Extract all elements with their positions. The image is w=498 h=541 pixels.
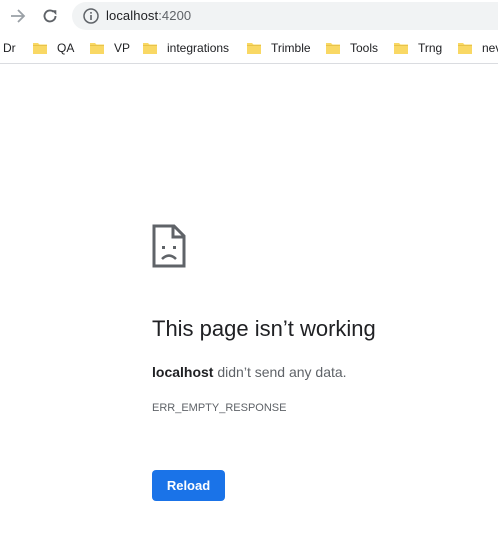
arrow-right-icon	[11, 9, 26, 23]
address-bar[interactable]: localhost:4200	[72, 2, 498, 30]
bookmark-label: VP	[114, 41, 131, 55]
folder-icon	[458, 43, 472, 54]
error-page: This page isn’t working localhost didn’t…	[0, 64, 498, 541]
bookmark-dr[interactable]: Dr	[3, 40, 16, 56]
bookmark-folder-qa[interactable]: QA	[33, 40, 74, 56]
reload-icon	[43, 9, 57, 23]
bookmark-label: Dr	[3, 41, 16, 55]
bookmark-folder-trimble[interactable]: Trimble	[247, 40, 311, 56]
folder-icon	[394, 43, 408, 54]
reload-page-button[interactable]	[38, 4, 62, 28]
url-text[interactable]: localhost:4200	[106, 8, 191, 24]
bookmark-label: nev	[482, 41, 498, 55]
browser-toolbar: localhost:4200	[0, 0, 498, 32]
bookmark-folder-nev[interactable]: nev	[458, 40, 498, 56]
bookmark-label: Trng	[418, 41, 443, 55]
bookmark-label: Tools	[350, 41, 379, 55]
bookmark-folder-vp[interactable]: VP	[90, 40, 130, 56]
folder-icon	[33, 43, 47, 54]
folder-icon	[143, 43, 157, 54]
bookmarks-bar: Dr QA VP integrations Trimble Tools Trng…	[0, 32, 498, 64]
bookmark-label: QA	[57, 41, 75, 55]
error-host: localhost	[152, 364, 214, 380]
error-message: localhost didn’t send any data.	[152, 363, 347, 381]
bookmark-label: Trimble	[271, 41, 311, 55]
bookmark-folder-integrations[interactable]: integrations	[143, 40, 229, 56]
bookmark-folder-tools[interactable]: Tools	[326, 40, 378, 56]
info-circle-icon[interactable]	[82, 7, 100, 25]
error-title: This page isn’t working	[152, 316, 376, 341]
reload-button[interactable]: Reload	[152, 470, 225, 501]
bookmark-folder-trng[interactable]: Trng	[394, 40, 442, 56]
url-port: :4200	[158, 8, 192, 23]
error-code: ERR_EMPTY_RESPONSE	[152, 402, 287, 414]
url-host: localhost	[106, 8, 159, 23]
bookmark-label: integrations	[167, 41, 230, 55]
folder-icon	[326, 43, 340, 54]
sad-page-icon	[152, 224, 186, 268]
folder-icon	[90, 43, 104, 54]
folder-icon	[247, 43, 261, 54]
forward-button[interactable]	[6, 4, 30, 28]
error-message-text: didn’t send any data.	[213, 364, 347, 380]
